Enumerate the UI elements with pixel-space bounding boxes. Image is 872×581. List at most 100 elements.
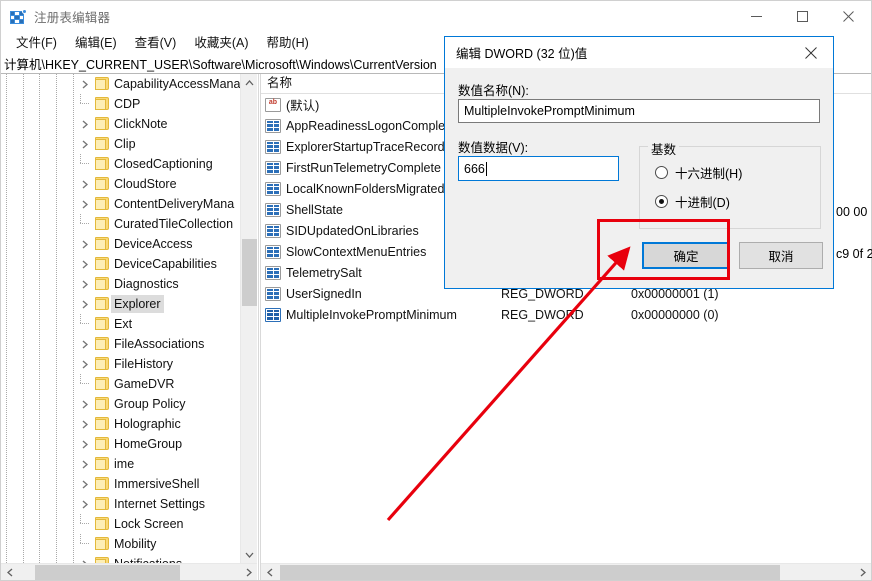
tree-item[interactable]: Holographic [1,414,257,434]
tree-item[interactable]: CloudStore [1,174,257,194]
tree-item[interactable]: HomeGroup [1,434,257,454]
dword-value-icon [265,265,281,280]
chevron-right-icon[interactable] [78,454,92,474]
dword-value-icon [265,286,281,301]
tree-item[interactable]: ClosedCaptioning [1,154,257,174]
chevron-right-icon[interactable] [78,74,92,94]
tree-item[interactable]: DeviceAccess [1,234,257,254]
tree-item[interactable]: CDP [1,94,257,114]
list-horizontal-scrollbar[interactable] [261,563,871,580]
tree-item[interactable]: CuratedTileCollection [1,214,257,234]
window-controls [733,1,871,32]
edit-dword-dialog: 编辑 DWORD (32 位)值 数值名称(N): MultipleInvoke… [444,36,834,289]
title-bar: 注册表编辑器 [1,1,871,32]
cancel-button[interactable]: 取消 [739,242,823,269]
menu-edit[interactable]: 编辑(E) [66,33,126,53]
tree-item-label: Holographic [114,417,181,431]
list-scroll-left-icon[interactable] [261,564,278,581]
tree-item-label: ime [114,457,135,471]
menu-favorites[interactable]: 收藏夹(A) [185,33,257,53]
chevron-right-icon[interactable] [78,414,92,434]
chevron-right-icon[interactable] [78,274,92,294]
chevron-right-icon[interactable] [78,354,92,374]
scroll-up-icon[interactable] [241,74,257,91]
dword-value-icon [265,160,281,175]
tree-item-label: Ext [114,317,133,331]
tree-item[interactable]: ClickNote [1,114,257,134]
minimize-icon[interactable] [733,1,779,32]
chevron-right-icon[interactable] [78,334,92,354]
menu-file[interactable]: 文件(F) [7,33,66,53]
chevron-right-icon[interactable] [78,394,92,414]
tree-item-label: HomeGroup [114,437,183,451]
tree-item[interactable]: GameDVR [1,374,257,394]
folder-icon [95,217,109,230]
value-name-cell: ShellState [286,202,343,217]
close-icon[interactable] [825,1,871,32]
folder-icon [95,337,109,350]
tree-item[interactable]: ImmersiveShell [1,474,257,494]
dialog-title: 编辑 DWORD (32 位)值 [456,47,588,61]
tree-horizontal-scrollbar[interactable] [1,563,257,580]
list-scroll-right-icon[interactable] [854,564,871,581]
tree-item[interactable]: Notifications [1,554,257,563]
tree-item[interactable]: Internet Settings [1,494,257,514]
scroll-down-icon[interactable] [241,546,257,563]
chevron-right-icon[interactable] [78,114,92,134]
tree-hscroll-thumb[interactable] [35,565,180,580]
chevron-right-icon[interactable] [78,294,92,314]
chevron-right-icon[interactable] [78,174,92,194]
folder-icon [95,417,109,430]
chevron-right-icon[interactable] [78,234,92,254]
folder-icon [95,157,109,170]
partial-binary-data-line-2: c9 0f 2 [836,247,872,261]
value-data-cell: 0x00000000 (0) [631,307,719,322]
tree-item-label: ClickNote [114,117,168,131]
tree-item-label: Clip [114,137,136,151]
scroll-right-icon[interactable] [240,564,257,581]
tree-item[interactable]: ContentDeliveryMana [1,194,257,214]
tree-item[interactable]: Mobility [1,534,257,554]
chevron-right-icon[interactable] [78,434,92,454]
chevron-right-icon[interactable] [78,194,92,214]
tree-item[interactable]: DeviceCapabilities [1,254,257,274]
chevron-right-icon[interactable] [78,554,92,563]
ok-button[interactable]: 确定 [642,242,730,269]
partial-binary-data-line-1: 00 00 [836,205,868,219]
table-row[interactable]: MultipleInvokePromptMinimum REG_DWORD 0x00… [261,304,871,325]
tree-item[interactable]: FileHistory [1,354,257,374]
registry-path: 计算机\HKEY_CURRENT_USER\Software\Microsoft… [4,58,437,72]
maximize-icon[interactable] [779,1,825,32]
chevron-right-icon[interactable] [78,474,92,494]
tree-connector-line [78,154,92,174]
value-data-input[interactable]: 666 [458,156,619,181]
tree-item[interactable]: CapabilityAccessMana [1,74,257,94]
menu-help[interactable]: 帮助(H) [257,33,317,53]
tree-scroll-thumb[interactable] [242,239,257,306]
tree-item[interactable]: Group Policy [1,394,257,414]
radio-hexadecimal[interactable]: 十六进制(H) [655,163,742,182]
radio-decimal[interactable]: 十进制(D) [655,192,730,211]
tree-item[interactable]: Lock Screen [1,514,257,534]
chevron-right-icon[interactable] [78,494,92,514]
tree-item[interactable]: Ext [1,314,257,334]
registry-tree[interactable]: CapabilityAccessMana CDP ClickNote Clip Clos… [1,74,257,563]
folder-icon [95,237,109,250]
chevron-right-icon[interactable] [78,134,92,154]
chevron-right-icon[interactable] [78,254,92,274]
folder-icon [95,297,109,310]
dword-value-icon [265,139,281,154]
folder-icon [95,137,109,150]
scroll-left-icon[interactable] [1,564,18,581]
dialog-close-icon[interactable] [788,37,833,68]
value-name-input[interactable]: MultipleInvokePromptMinimum [458,99,820,123]
tree-item[interactable]: Diagnostics [1,274,257,294]
tree-item[interactable]: Clip [1,134,257,154]
tree-item[interactable]: FileAssociations [1,334,257,354]
menu-view[interactable]: 查看(V) [126,33,186,53]
string-value-icon: ab [265,97,281,112]
tree-item[interactable]: ime [1,454,257,474]
list-hscroll-thumb[interactable] [280,565,780,580]
tree-vertical-scrollbar[interactable] [240,74,257,563]
tree-item[interactable]: Explorer [1,294,257,314]
